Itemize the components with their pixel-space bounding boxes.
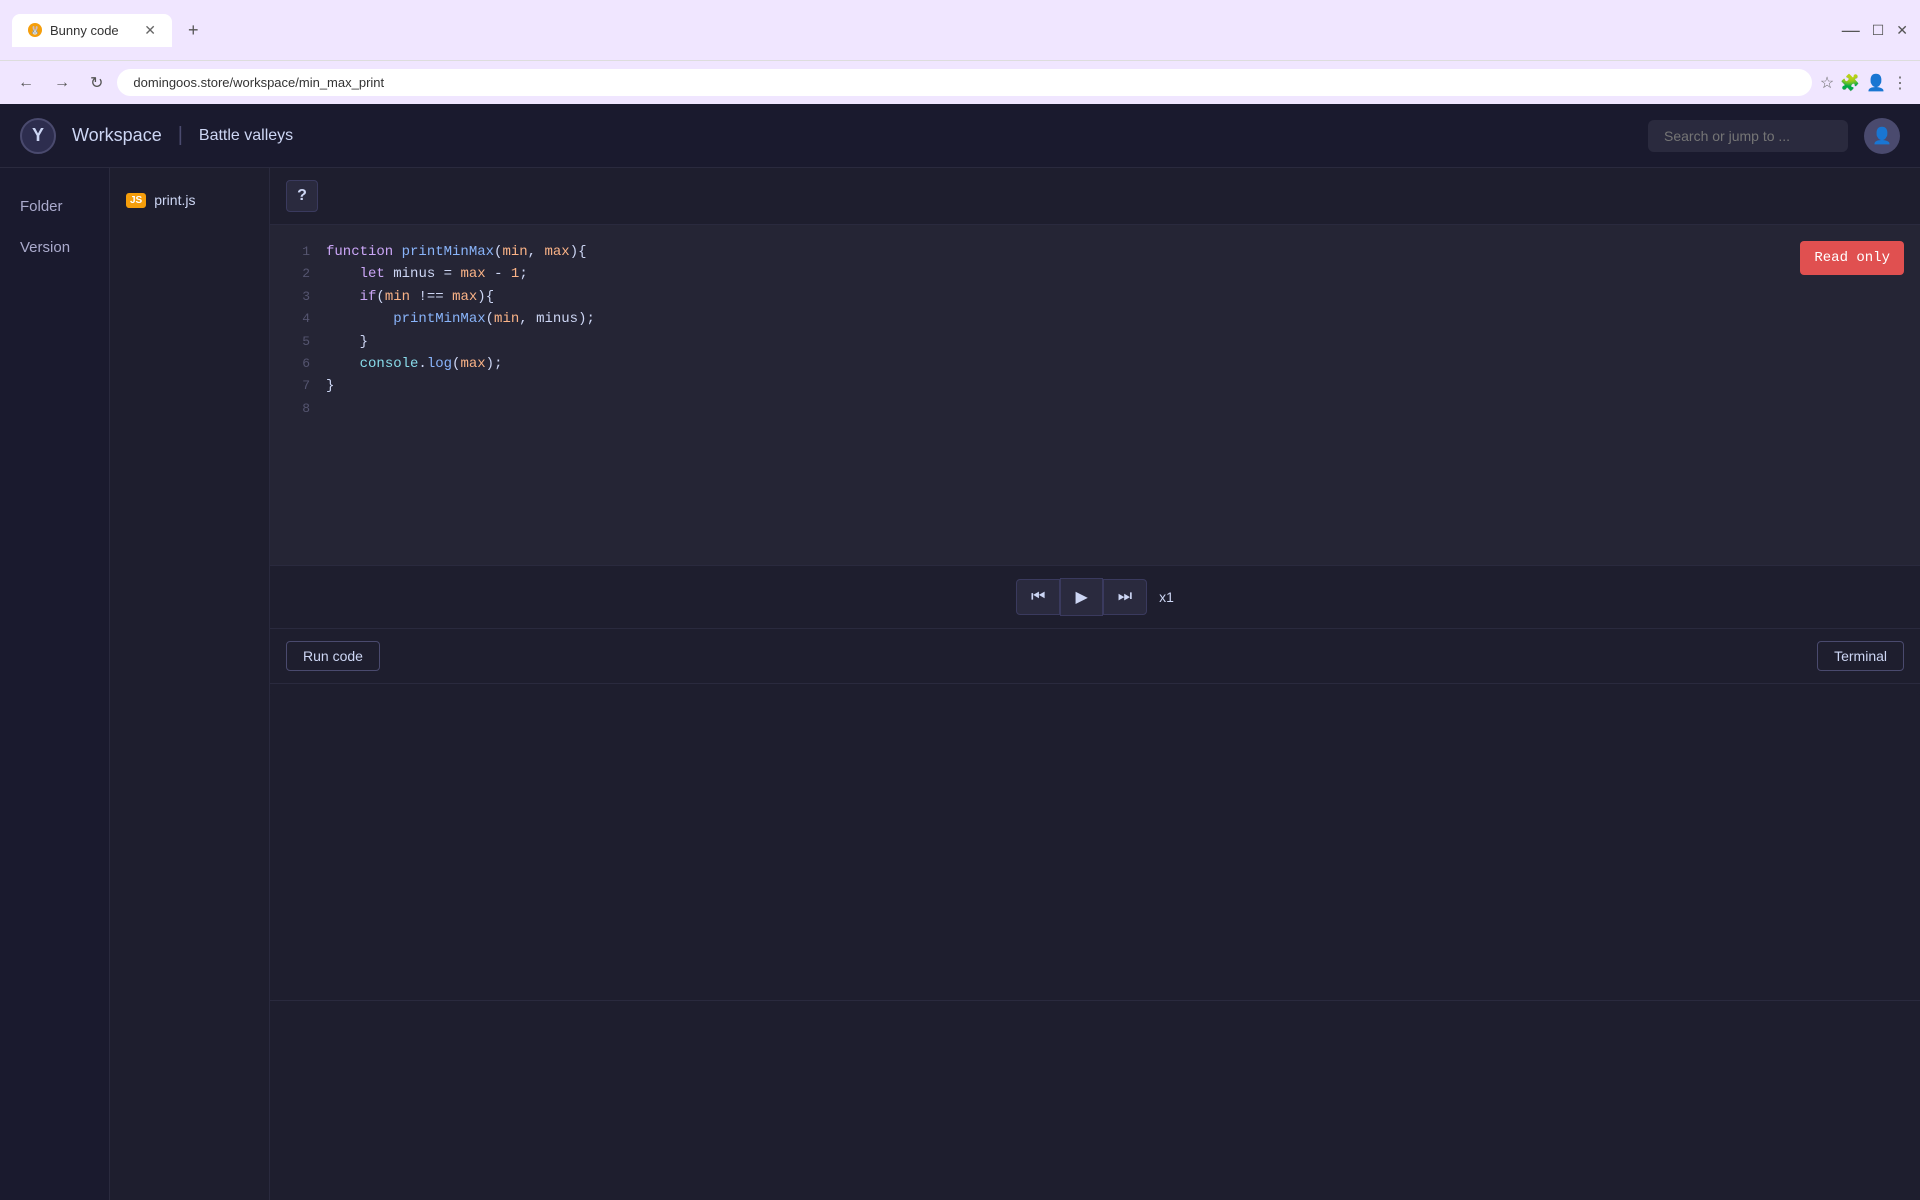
help-button[interactable]: ? [286, 180, 318, 212]
bookmark-icon[interactable]: ☆ [1820, 73, 1834, 93]
read-only-badge: Read only [1800, 241, 1904, 275]
extensions-icon[interactable]: 🧩 [1840, 73, 1860, 93]
window-minimize-icon[interactable]: — [1842, 20, 1860, 41]
tab-favicon: 🐰 [28, 23, 42, 37]
sidebar-item-folder[interactable]: Folder [0, 188, 109, 225]
tab-title: Bunny code [50, 23, 119, 38]
file-panel: JS print.js [110, 168, 270, 1200]
speed-label: x1 [1159, 589, 1174, 605]
editor-toolbar: ? [270, 168, 1920, 225]
code-line-4: 4 printMinMax(min, minus); [270, 308, 1920, 330]
controls-bar: ⏮ ▶ ⏭ x1 [270, 565, 1920, 629]
app: Y Workspace | Battle valleys 👤 Folder Ve… [0, 104, 1920, 1200]
editor-area: ? Read only 1 function printMinMax(min, … [270, 168, 1920, 1200]
code-line-1: 1 function printMinMax(min, max){ [270, 241, 1920, 263]
address-bar-row: ← → ↻ ☆ 🧩 👤 ⋮ [0, 60, 1920, 104]
tab-close-btn[interactable]: ✕ [144, 22, 156, 39]
address-bar-icons: ☆ 🧩 👤 ⋮ [1820, 73, 1908, 93]
output-toolbar: Run code Terminal [270, 629, 1920, 684]
run-code-button[interactable]: Run code [286, 641, 380, 671]
code-line-7: 7 } [270, 375, 1920, 397]
main-content: Folder Version JS print.js ? Read only 1 [0, 168, 1920, 1200]
address-bar-input[interactable] [117, 69, 1811, 96]
play-button[interactable]: ▶ [1060, 578, 1102, 616]
code-line-3: 3 if(min !== max){ [270, 286, 1920, 308]
nav-divider: | [178, 124, 183, 147]
terminal-button[interactable]: Terminal [1817, 641, 1904, 671]
new-tab-button[interactable]: + [180, 16, 207, 45]
code-editor[interactable]: Read only 1 function printMinMax(min, ma… [270, 225, 1920, 565]
code-line-8: 8 [270, 398, 1920, 420]
sidebar: Folder Version [0, 168, 110, 1200]
sidebar-item-version[interactable]: Version [0, 229, 109, 266]
browser-chrome: 🐰 Bunny code ✕ + — ☐ ✕ [0, 0, 1920, 60]
nav-battle-valleys-link[interactable]: Battle valleys [199, 127, 293, 145]
code-line-2: 2 let minus = max - 1; [270, 263, 1920, 285]
output-content [270, 692, 1920, 1000]
browser-tab[interactable]: 🐰 Bunny code ✕ [12, 14, 172, 47]
rewind-button[interactable]: ⏮ [1016, 579, 1060, 615]
js-file-icon: JS [126, 193, 146, 208]
nav-workspace-link[interactable]: Workspace [72, 125, 162, 146]
window-close-icon[interactable]: ✕ [1896, 22, 1908, 39]
reload-button[interactable]: ↻ [84, 69, 109, 97]
user-icon: 👤 [1872, 126, 1892, 146]
search-input[interactable] [1648, 120, 1848, 152]
forward-button[interactable]: → [48, 70, 76, 96]
back-button[interactable]: ← [12, 70, 40, 96]
code-line-5: 5 } [270, 331, 1920, 353]
file-name: print.js [154, 192, 195, 208]
top-nav: Y Workspace | Battle valleys 👤 [0, 104, 1920, 168]
profile-icon[interactable]: 👤 [1866, 73, 1886, 93]
code-line-6: 6 console.log(max); [270, 353, 1920, 375]
file-item-print-js[interactable]: JS print.js [110, 184, 269, 216]
window-restore-icon[interactable]: ☐ [1872, 22, 1885, 39]
user-avatar[interactable]: 👤 [1864, 118, 1900, 154]
menu-icon[interactable]: ⋮ [1892, 73, 1908, 93]
fast-forward-button[interactable]: ⏭ [1103, 579, 1147, 615]
logo: Y [20, 118, 56, 154]
bottom-area [270, 1000, 1920, 1200]
